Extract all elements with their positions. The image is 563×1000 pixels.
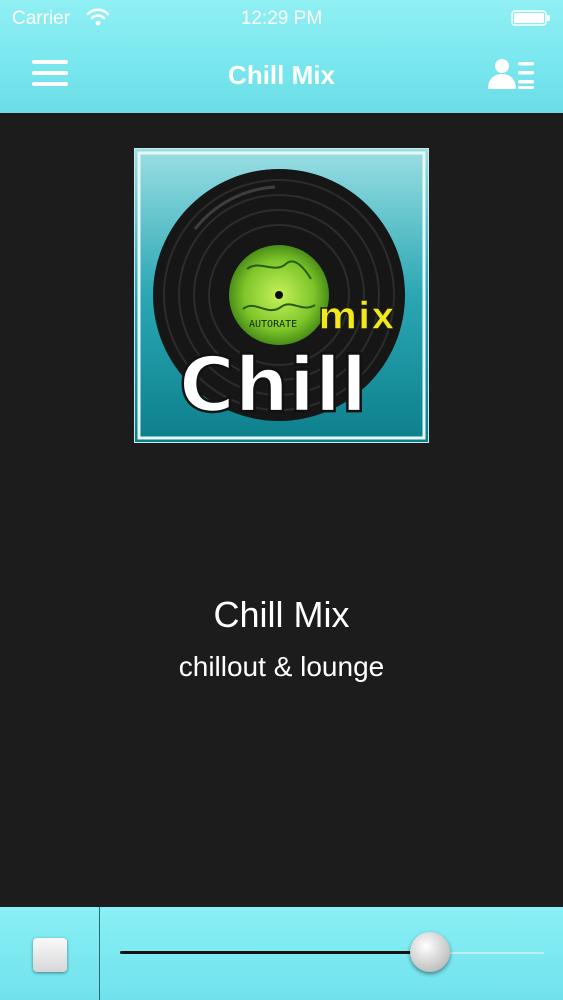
artwork-chill-text: Chill (179, 340, 367, 429)
nav-bar: Chill Mix (0, 36, 563, 113)
battery-icon (511, 10, 550, 26)
player-bar (0, 907, 563, 1000)
volume-track-filled (120, 951, 430, 954)
page-title: Chill Mix (228, 60, 335, 90)
stop-area (0, 907, 99, 1000)
header: Carrier 12:29 PM Chill Mix (0, 0, 563, 113)
contacts-list-icon[interactable] (487, 56, 535, 92)
volume-slider-thumb[interactable] (410, 932, 450, 972)
station-artwork: AUTORATE mix Chill (134, 148, 429, 443)
stop-icon[interactable] (33, 938, 67, 972)
status-time: 12:29 PM (240, 8, 323, 29)
volume-slider[interactable] (120, 927, 544, 979)
artwork-mix-text: mix (318, 294, 395, 338)
status-bar: Carrier 12:29 PM (0, 0, 563, 36)
station-name: Chill Mix (213, 594, 350, 635)
player-divider (99, 907, 100, 1000)
station-genre: chillout & lounge (178, 651, 385, 682)
artwork-label-text: AUTORATE (249, 319, 297, 330)
